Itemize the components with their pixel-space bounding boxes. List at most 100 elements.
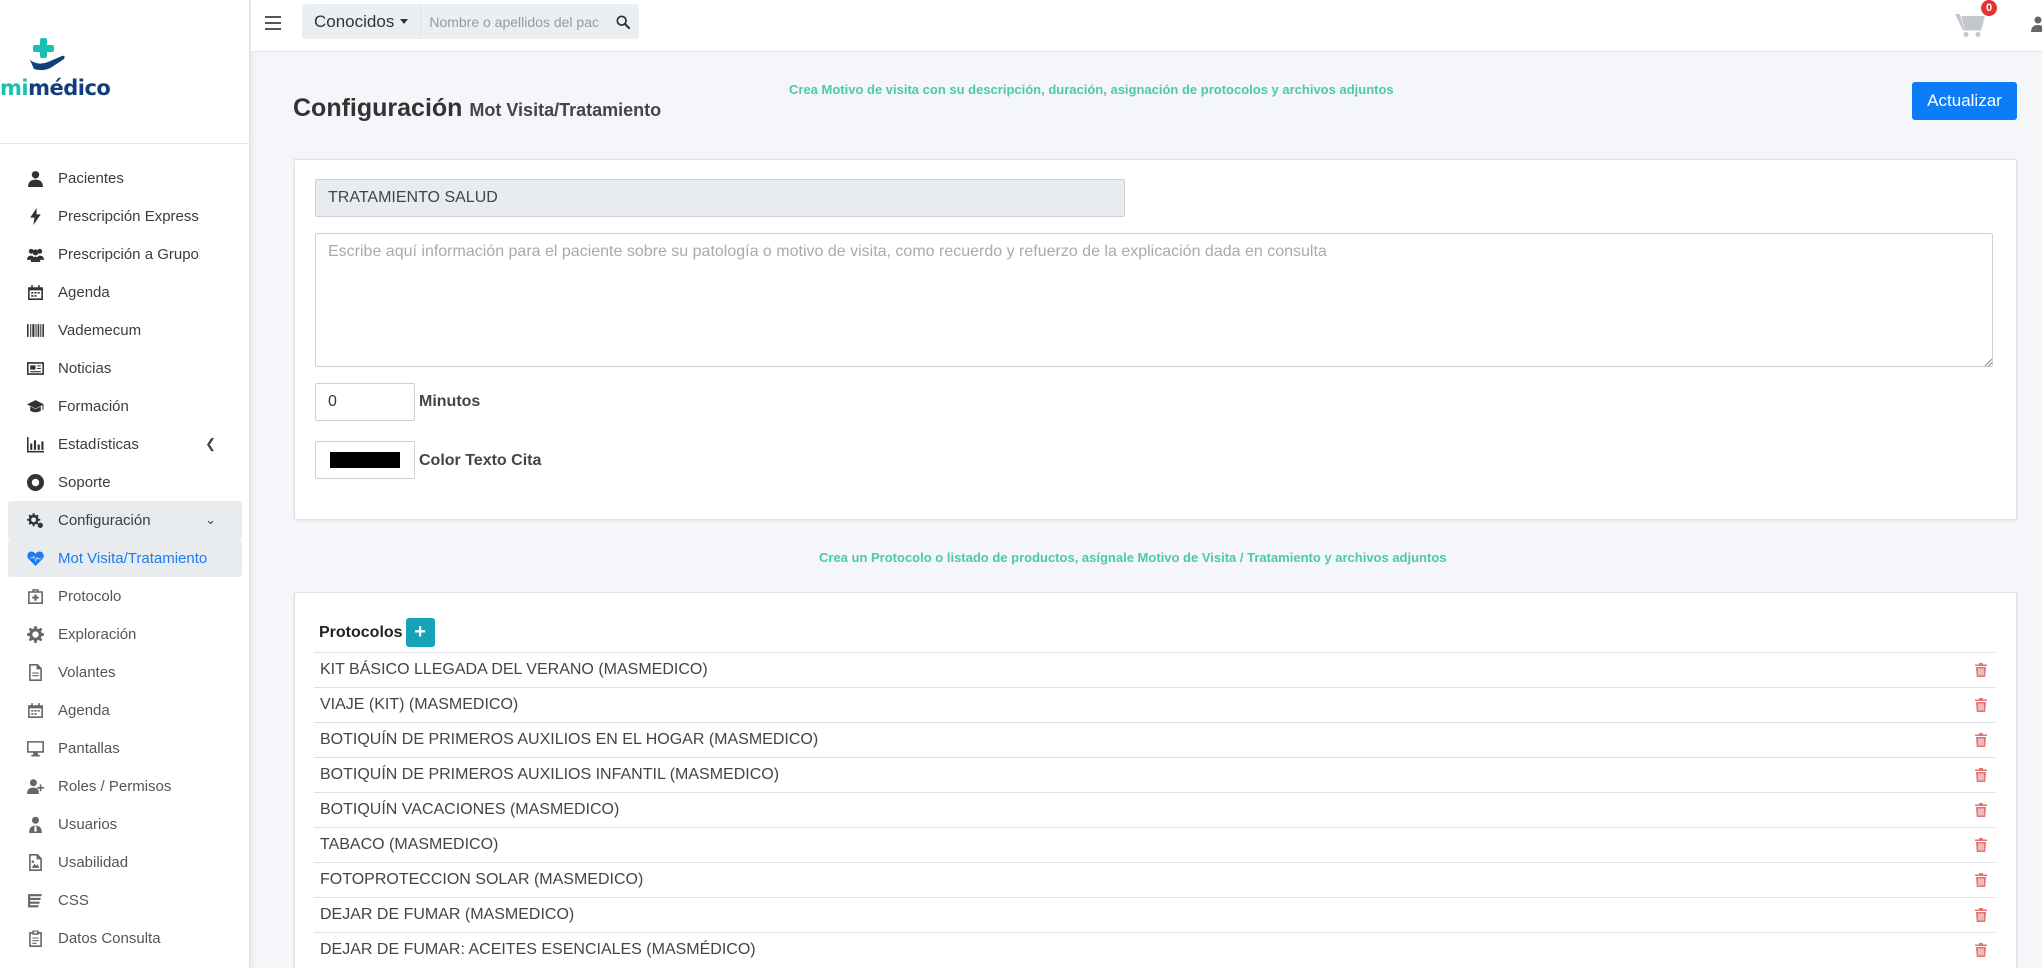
delete-protocol-button[interactable] bbox=[1975, 838, 1987, 852]
sidebar-nav: Pacientes Prescripción Express Prescripc… bbox=[8, 159, 242, 957]
motivo-visita-card: TRATAMIENTO SALUD Escribe aquí informaci… bbox=[294, 159, 2017, 520]
newspaper-icon bbox=[26, 359, 44, 377]
duration-minutes-input[interactable]: 0 bbox=[315, 383, 415, 421]
menu-toggle-icon[interactable] bbox=[265, 16, 281, 30]
sidebar-item-label: Estadísticas bbox=[58, 435, 139, 453]
users-icon bbox=[26, 245, 44, 263]
protocol-row[interactable]: DEJAR DE FUMAR: ACEITES ESENCIALES (MASM… bbox=[314, 932, 1995, 967]
sidebar-item-label: Configuración bbox=[58, 511, 151, 529]
shopping-cart-icon[interactable] bbox=[1955, 12, 1985, 38]
sidebar-item-roles-permisos[interactable]: Roles / Permisos bbox=[8, 767, 242, 805]
motivo-description-textarea[interactable]: Escribe aquí información para el pacient… bbox=[315, 233, 1993, 367]
sidebar-item-volantes[interactable]: Volantes bbox=[8, 653, 242, 691]
protocol-name: BOTIQUÍN DE PRIMEROS AUXILIOS INFANTIL (… bbox=[320, 766, 780, 783]
protocol-row[interactable]: TABACO (MASMEDICO) bbox=[314, 827, 1995, 862]
protocol-name: DEJAR DE FUMAR: ACEITES ESENCIALES (MASM… bbox=[320, 941, 756, 958]
sidebar-item-soporte[interactable]: Soporte bbox=[8, 463, 242, 501]
sidebar-item-label: Usabilidad bbox=[58, 853, 129, 871]
sidebar-item-datos-consulta[interactable]: Datos Consulta bbox=[8, 919, 242, 957]
appointment-text-color-picker[interactable] bbox=[315, 441, 415, 479]
medkit-icon bbox=[26, 587, 44, 605]
trash-icon bbox=[1975, 733, 1987, 747]
image-icon bbox=[26, 853, 44, 871]
protocol-name: TABACO (MASMEDICO) bbox=[320, 836, 499, 853]
delete-protocol-button[interactable] bbox=[1975, 698, 1987, 712]
protocol-hint: Crea un Protocolo o listado de productos… bbox=[819, 550, 1447, 565]
delete-protocol-button[interactable] bbox=[1975, 803, 1987, 817]
search-button[interactable] bbox=[607, 4, 639, 39]
trash-icon bbox=[1975, 873, 1987, 887]
sidebar-item-label: Prescripción a Grupo bbox=[58, 245, 199, 263]
trash-icon bbox=[1975, 768, 1987, 782]
heartbeat-icon bbox=[26, 549, 44, 567]
sidebar-item-pantallas[interactable]: Pantallas bbox=[8, 729, 242, 767]
patient-filter-dropdown[interactable]: Conocidos bbox=[302, 4, 422, 39]
protocol-row[interactable]: BOTIQUÍN VACACIONES (MASMEDICO) bbox=[314, 792, 1995, 827]
sidebar-item-css[interactable]: CSS bbox=[8, 881, 242, 919]
user-plus-icon bbox=[26, 777, 44, 795]
patient-search-input[interactable] bbox=[421, 4, 608, 39]
protocol-row[interactable]: VIAJE (KIT) (MASMEDICO) bbox=[314, 687, 1995, 722]
chevron-left-icon: ❮ bbox=[205, 436, 216, 451]
sidebar-item-agenda-config[interactable]: Agenda bbox=[8, 691, 242, 729]
logo-cross-hand-icon bbox=[30, 38, 65, 71]
sidebar-item-noticias[interactable]: Noticias bbox=[8, 349, 242, 387]
sidebar-item-vademecum[interactable]: Vademecum bbox=[8, 311, 242, 349]
sidebar-item-mot-visita[interactable]: Mot Visita/Tratamiento bbox=[8, 539, 242, 577]
protocol-name: KIT BÁSICO LLEGADA DEL VERANO (MASMEDICO… bbox=[320, 661, 708, 678]
search-icon bbox=[616, 14, 631, 29]
sidebar-item-configuracion[interactable]: Configuración ⌄ bbox=[8, 501, 242, 539]
gear-icon bbox=[26, 625, 44, 643]
page-title: Configuración Mot Visita/Tratamiento bbox=[293, 94, 662, 122]
delete-protocol-button[interactable] bbox=[1975, 943, 1987, 957]
trash-icon bbox=[1975, 803, 1987, 817]
protocols-list: KIT BÁSICO LLEGADA DEL VERANO (MASMEDICO… bbox=[314, 652, 1995, 967]
sidebar-item-protocolo[interactable]: Protocolo bbox=[8, 577, 242, 615]
sidebar-item-label: Exploración bbox=[58, 625, 137, 643]
protocol-row[interactable]: DEJAR DE FUMAR (MASMEDICO) bbox=[314, 897, 1995, 932]
sidebar-item-pacientes[interactable]: Pacientes bbox=[8, 159, 242, 197]
patient-filter-label: Conocidos bbox=[314, 11, 395, 31]
user-icon bbox=[26, 169, 44, 187]
user-menu-icon[interactable] bbox=[2031, 16, 2042, 32]
cart-count-badge: 0 bbox=[1981, 0, 1997, 16]
add-protocol-button[interactable]: + bbox=[405, 618, 435, 647]
graduation-cap-icon bbox=[26, 397, 44, 415]
sidebar: mimédico Pacientes Prescripción Express … bbox=[0, 0, 250, 968]
sidebar-item-label: Pantallas bbox=[58, 739, 120, 757]
calendar-icon bbox=[26, 283, 44, 301]
delete-protocol-button[interactable] bbox=[1975, 663, 1987, 677]
delete-protocol-button[interactable] bbox=[1975, 873, 1987, 887]
mimedico-logo[interactable]: mimédico bbox=[0, 36, 111, 106]
delete-protocol-button[interactable] bbox=[1975, 733, 1987, 747]
delete-protocol-button[interactable] bbox=[1975, 908, 1987, 922]
textarea-resize-handle-icon[interactable] bbox=[1983, 357, 1993, 367]
protocol-row[interactable]: BOTIQUÍN DE PRIMEROS AUXILIOS INFANTIL (… bbox=[314, 757, 1995, 792]
protocol-row[interactable]: KIT BÁSICO LLEGADA DEL VERANO (MASMEDICO… bbox=[314, 652, 1995, 687]
protocol-row[interactable]: BOTIQUÍN DE PRIMEROS AUXILIOS EN EL HOGA… bbox=[314, 722, 1995, 757]
sidebar-item-prescripcion-express[interactable]: Prescripción Express bbox=[8, 197, 242, 235]
sidebar-item-label: Agenda bbox=[58, 701, 110, 719]
protocol-row[interactable]: FOTOPROTECCION SOLAR (MASMEDICO) bbox=[314, 862, 1995, 897]
sidebar-item-formacion[interactable]: Formación bbox=[8, 387, 242, 425]
protocols-title: Protocolos bbox=[319, 623, 403, 641]
sidebar-item-agenda[interactable]: Agenda bbox=[8, 273, 242, 311]
protocol-name: BOTIQUÍN VACACIONES (MASMEDICO) bbox=[320, 801, 620, 818]
delete-protocol-button[interactable] bbox=[1975, 768, 1987, 782]
sidebar-item-prescripcion-grupo[interactable]: Prescripción a Grupo bbox=[8, 235, 242, 273]
motivo-visita-hint: Crea Motivo de visita con su descripción… bbox=[789, 82, 1394, 97]
trash-icon bbox=[1975, 838, 1987, 852]
sidebar-item-label: Protocolo bbox=[58, 587, 122, 605]
barcode-icon bbox=[26, 321, 44, 339]
update-button[interactable]: Actualizar bbox=[1912, 82, 2017, 120]
motivo-name-input[interactable]: TRATAMIENTO SALUD bbox=[315, 179, 1125, 217]
sidebar-item-label: Soporte bbox=[58, 473, 111, 491]
sidebar-item-exploracion[interactable]: Exploración bbox=[8, 615, 242, 653]
sidebar-item-estadisticas[interactable]: Estadísticas ❮ bbox=[8, 425, 242, 463]
protocol-name: VIAJE (KIT) (MASMEDICO) bbox=[320, 696, 519, 713]
appointment-text-color-label: Color Texto Cita bbox=[419, 452, 542, 469]
protocol-name: FOTOPROTECCION SOLAR (MASMEDICO) bbox=[320, 871, 644, 888]
protocol-name: BOTIQUÍN DE PRIMEROS AUXILIOS EN EL HOGA… bbox=[320, 731, 819, 748]
sidebar-item-usuarios[interactable]: Usuarios bbox=[8, 805, 242, 843]
sidebar-item-usabilidad[interactable]: Usabilidad bbox=[8, 843, 242, 881]
